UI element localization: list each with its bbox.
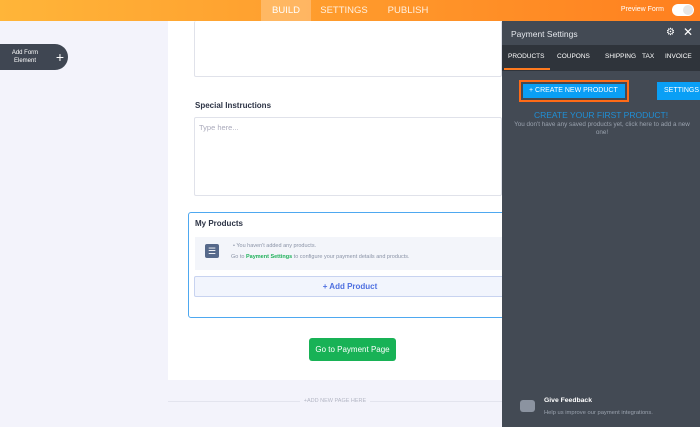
tab-invoice[interactable]: INVOICE (665, 53, 692, 60)
special-instructions-label: Special Instructions (195, 101, 272, 110)
feedback-subtext: Help us improve our payment integrations… (544, 410, 653, 416)
payment-settings-link[interactable]: Payment Settings (246, 254, 292, 260)
my-products-title: My Products (195, 219, 244, 228)
plus-icon: + (55, 49, 64, 65)
go-to-payment-button[interactable]: Go to Payment Page (309, 338, 396, 361)
give-feedback-link[interactable]: Give Feedback (544, 397, 592, 404)
preview-toggle[interactable] (672, 4, 694, 16)
panel-title: Payment Settings (511, 29, 578, 39)
tab-products[interactable]: PRODUCTS (508, 53, 544, 60)
create-first-product-link[interactable]: CREATE YOUR FIRST PRODUCT! (502, 110, 700, 120)
tab-build[interactable]: BUILD (261, 0, 311, 21)
top-bar: BUILD SETTINGS PUBLISH Preview Form (0, 0, 700, 21)
create-new-product-button[interactable]: + CREATE NEW PRODUCT (519, 80, 629, 102)
add-form-element-label: Add Form Element (11, 50, 39, 64)
previous-field-input[interactable] (194, 21, 502, 77)
panel-header: Payment Settings ⚙ ✕ (502, 21, 700, 45)
tab-publish[interactable]: PUBLISH (378, 0, 438, 21)
settings-button[interactable]: SETTINGS (657, 82, 700, 100)
notice-line-1: • You haven't added any products. (233, 243, 317, 249)
special-instructions-input[interactable]: Type here... (194, 117, 502, 196)
notice-line-2: Go to Payment Settings to configure your… (231, 254, 410, 260)
preview-form-label: Preview Form (620, 6, 664, 13)
empty-state-text: You don't have any saved products yet, c… (514, 121, 690, 136)
tab-shipping[interactable]: SHIPPING (605, 53, 636, 60)
active-tab-indicator (504, 68, 550, 70)
gear-icon[interactable]: ⚙ (666, 27, 675, 38)
tab-settings[interactable]: SETTINGS (313, 0, 375, 21)
close-icon[interactable]: ✕ (683, 25, 693, 39)
add-new-page[interactable]: +ADD NEW PAGE HERE (168, 398, 502, 404)
add-product-button[interactable]: + Add Product (194, 276, 506, 297)
my-products-field[interactable]: My Products ☰ • You haven't added any pr… (188, 212, 508, 318)
add-form-element-button[interactable]: Add Form Element + (0, 44, 68, 70)
chat-icon (520, 400, 535, 412)
tab-tax[interactable]: TAX (642, 53, 654, 60)
tab-coupons[interactable]: COUPONS (557, 53, 590, 60)
placeholder: Type here... (199, 123, 239, 132)
list-icon: ☰ (205, 244, 219, 258)
products-notice: ☰ • You haven't added any products. Go t… (195, 237, 505, 270)
payment-settings-panel: Payment Settings ⚙ ✕ PRODUCTS COUPONS SH… (502, 21, 700, 427)
